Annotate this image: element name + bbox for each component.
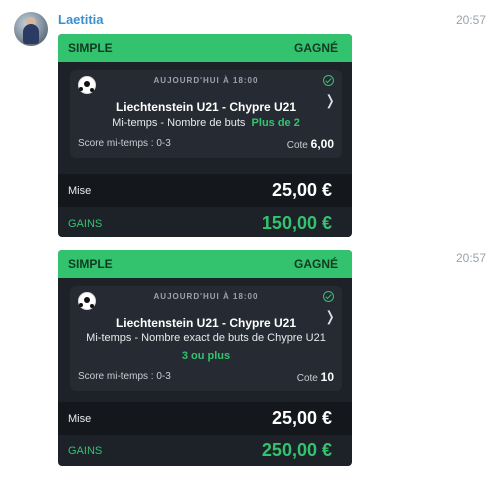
check-circle-icon	[323, 291, 334, 302]
stake-value: 25,00 €	[271, 180, 332, 200]
bet-selection-card[interactable]: AUJOURD'HUI À 18:00 ❭ Liechtenstein U21 …	[70, 70, 342, 158]
market-name: Mi-temps - Nombre de buts	[112, 117, 246, 129]
halftime-score: Score mi-temps : 0-3	[78, 371, 171, 382]
bet-type: SIMPLE	[68, 41, 113, 55]
odds-value: 6,00	[310, 137, 334, 151]
message-time: 20:57	[455, 13, 486, 27]
market-line: Mi-temps - Nombre de buts Plus de 2	[70, 117, 342, 129]
message-time: 20:57	[455, 251, 486, 265]
winnings-value: 250,00 €	[261, 440, 332, 460]
bet-type: SIMPLE	[68, 257, 113, 271]
winnings-label: GAINS	[68, 217, 103, 230]
bet-status: GAGNÉ	[293, 257, 338, 271]
odds: Cote 10	[297, 370, 334, 384]
stake-row: Mise 25,00 €	[58, 174, 352, 207]
winnings-row: GAINS 250,00 €	[58, 434, 352, 466]
winnings-value: 150,00 €	[261, 213, 332, 233]
odds-value: 10	[320, 370, 334, 384]
bet-ticket[interactable]: SIMPLE GAGNÉ AUJOURD'HUI À 18:00 ❭ Liech…	[58, 250, 352, 466]
match-date: AUJOURD'HUI À 18:00	[153, 76, 259, 85]
stake-value: 25,00 €	[271, 408, 332, 428]
match-title: Liechtenstein U21 - Chypre U21	[115, 100, 297, 114]
winnings-label: GAINS	[68, 444, 103, 457]
odds: Cote 6,00	[287, 137, 334, 151]
check-circle-icon	[323, 75, 334, 86]
selection: 3 ou plus	[181, 350, 231, 362]
stake-row: Mise 25,00 €	[58, 402, 352, 435]
odds-label: Cote	[286, 140, 308, 151]
ticket-header: SIMPLE GAGNÉ	[58, 34, 352, 62]
halftime-score: Score mi-temps : 0-3	[78, 138, 171, 149]
odds-label: Cote	[296, 373, 318, 384]
market-name: Mi-temps - Nombre exact de buts de Chypr…	[86, 332, 326, 344]
bet-selection-card[interactable]: AUJOURD'HUI À 18:00 ❭ Liechtenstein U21 …	[70, 286, 342, 391]
match-title: Liechtenstein U21 - Chypre U21	[115, 316, 297, 330]
match-date: AUJOURD'HUI À 18:00	[153, 292, 259, 301]
ticket-header: SIMPLE GAGNÉ	[58, 250, 352, 278]
bet-status: GAGNÉ	[293, 41, 338, 55]
avatar[interactable]	[14, 12, 48, 46]
stake-label: Mise	[68, 184, 92, 197]
sender-name[interactable]: Laetitia	[58, 12, 104, 27]
avatar-body	[23, 24, 39, 44]
stake-label: Mise	[68, 412, 92, 425]
selection: Plus de 2	[251, 117, 300, 129]
selection-line: 3 ou plus	[70, 350, 342, 362]
winnings-row: GAINS 150,00 €	[58, 207, 352, 237]
bet-ticket[interactable]: SIMPLE GAGNÉ AUJOURD'HUI À 18:00 ❭ Liech…	[58, 34, 352, 237]
